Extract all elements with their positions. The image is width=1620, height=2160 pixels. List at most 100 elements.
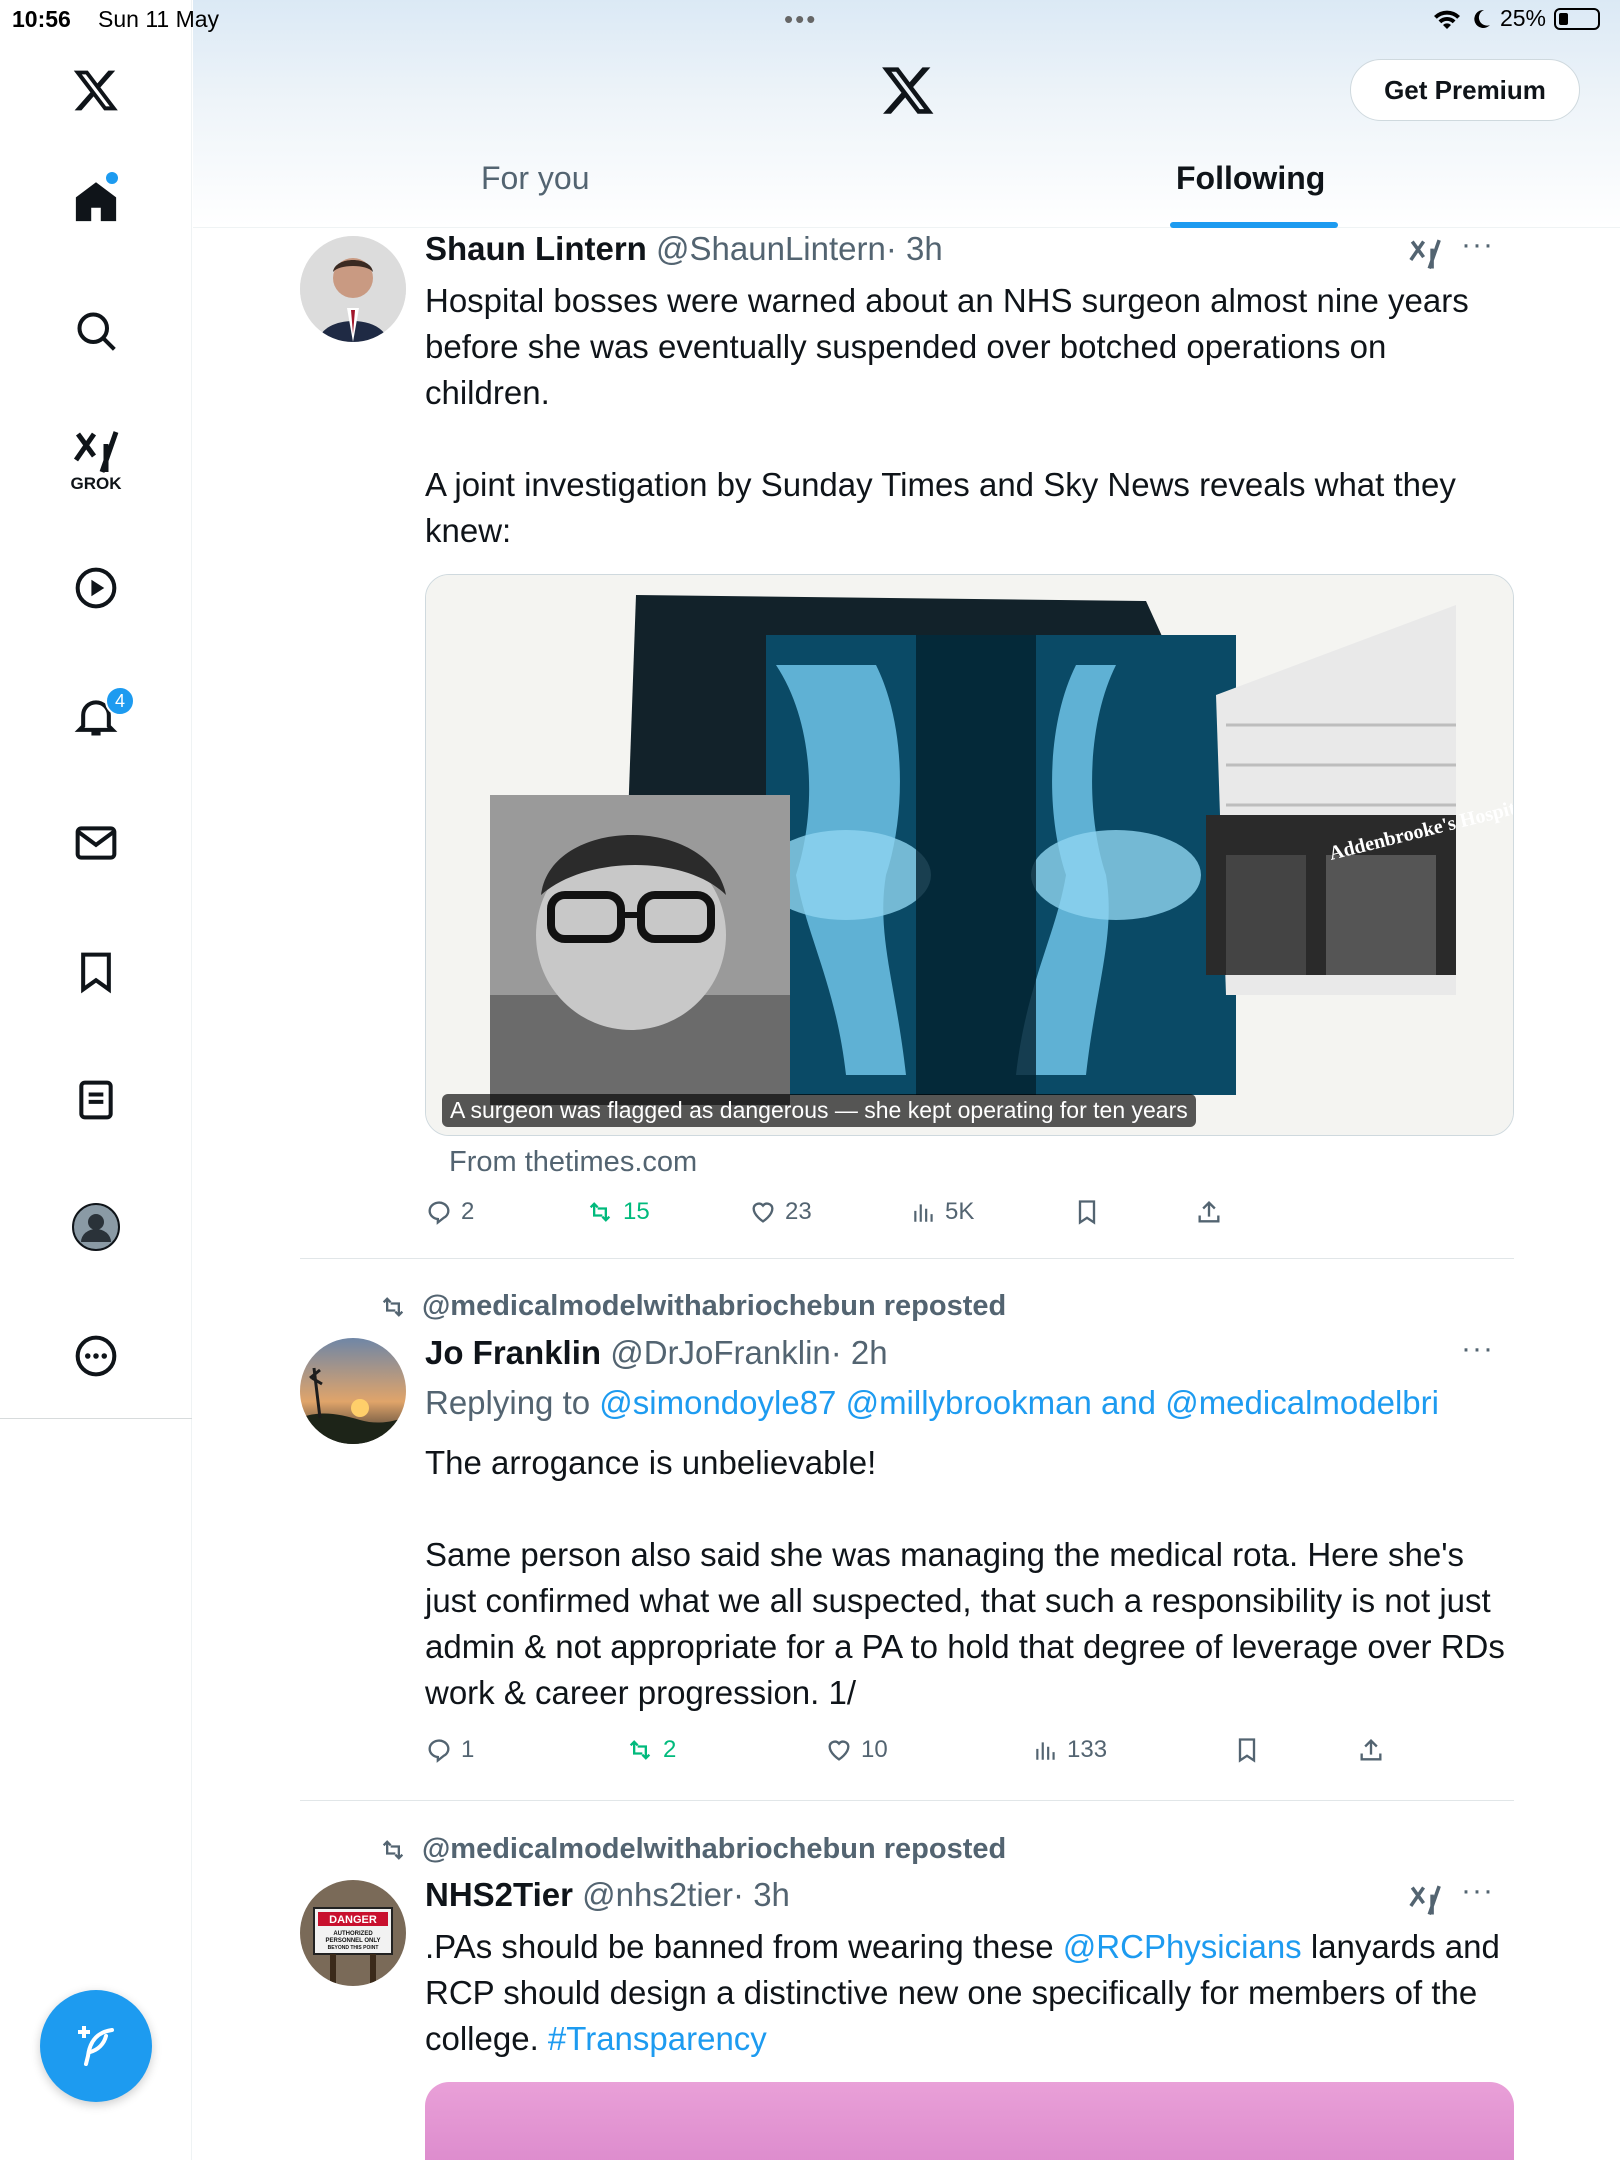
status-bar: 10:56 Sun 11 May ••• 25%	[0, 0, 1620, 40]
reposted-by: @medicalmodelwithabriochebun reposted	[422, 1833, 1007, 1865]
x-logo-icon[interactable]	[880, 62, 936, 118]
tweet[interactable]: Jo Franklin @DrJoFranklin· 2h ··· Replyi…	[300, 1332, 1514, 1774]
tweet-divider	[300, 1258, 1514, 1259]
status-time: 10:56	[12, 6, 71, 32]
tweet-time[interactable]: · 3h	[733, 1876, 790, 1913]
author-handle[interactable]: @nhs2tier	[582, 1876, 733, 1913]
more-options-icon[interactable]: ···	[1461, 228, 1494, 262]
replying-prefix: Replying to	[425, 1384, 591, 1421]
replying-to: Replying to @simondoyle87 @millybrookman…	[425, 1384, 1439, 1422]
reply-count: 2	[461, 1198, 475, 1225]
author-handle[interactable]: @ShaunLintern	[656, 230, 886, 267]
tweet-divider	[300, 1800, 1514, 1801]
bookmark-icon[interactable]	[71, 947, 121, 997]
link-card[interactable]: Addenbrooke's Hospital A surgeon was fla…	[425, 574, 1514, 1136]
tweet-paragraph: Same person also said she was managing t…	[425, 1536, 1505, 1711]
tweet-paragraph: Hospital bosses were warned about an NHS…	[425, 282, 1469, 411]
like-button[interactable]: 10	[825, 1736, 888, 1764]
repost-indicator[interactable]: @medicalmodelwithabriochebun reposted	[378, 1290, 1006, 1323]
tweet-text: Hospital bosses were warned about an NHS…	[425, 278, 1505, 554]
replying-to-handles[interactable]: @simondoyle87 @millybrookman and @medica…	[599, 1384, 1439, 1421]
bookmark-button[interactable]	[1233, 1736, 1261, 1764]
compose-button[interactable]	[40, 1990, 152, 2102]
views-button[interactable]: 5K	[911, 1198, 974, 1226]
share-button[interactable]	[1195, 1198, 1223, 1226]
reply-button[interactable]: 2	[425, 1198, 474, 1226]
repost-button[interactable]: 2	[625, 1736, 676, 1764]
repost-icon	[382, 1839, 404, 1860]
author-name[interactable]: Jo Franklin	[425, 1334, 601, 1371]
tweet-paragraph: A joint investigation by Sunday Times an…	[425, 466, 1456, 549]
sign-text: BEYOND THIS POINT	[328, 1945, 379, 1951]
play-circle-icon[interactable]	[71, 563, 121, 613]
sidebar: GROK 4	[0, 0, 192, 2160]
author-name[interactable]: Shaun Lintern	[425, 230, 647, 267]
author-handle[interactable]: @DrJoFranklin	[610, 1334, 831, 1371]
view-count: 133	[1067, 1736, 1108, 1763]
tweet-text-part: .PAs should be banned from wearing these	[425, 1928, 1063, 1965]
tweet-time[interactable]: · 2h	[831, 1334, 888, 1371]
tweet-time[interactable]: · 3h	[886, 230, 943, 267]
bookmark-icon	[1238, 1738, 1256, 1763]
share-icon	[1360, 1739, 1382, 1761]
x-logo-icon[interactable]	[71, 65, 121, 115]
more-options-icon[interactable]: ···	[1461, 1874, 1494, 1908]
view-count: 5K	[945, 1198, 975, 1225]
status-date: Sun 11 May	[98, 6, 220, 32]
share-button[interactable]	[1357, 1736, 1385, 1764]
hashtag-link[interactable]: #Transparency	[548, 2020, 767, 2057]
more-options-icon[interactable]: ···	[1461, 1332, 1494, 1366]
notification-badge: 4	[105, 686, 135, 716]
battery-percent: 25%	[1499, 5, 1546, 31]
bookmark-button[interactable]	[1073, 1198, 1101, 1226]
compose-icon	[78, 2026, 114, 2066]
status-right: 25%	[1432, 5, 1600, 32]
like-button[interactable]: 23	[749, 1198, 812, 1226]
repost-icon	[629, 1740, 651, 1760]
tweet-text: The arrogance is unbelievable! Same pers…	[425, 1440, 1505, 1716]
avatar[interactable]	[300, 1338, 406, 1444]
grok-icon[interactable]	[1408, 1884, 1442, 1918]
search-icon[interactable]	[71, 306, 121, 356]
tweet-actions: 1 2 10 133	[425, 1736, 1425, 1772]
tweet-paragraph	[425, 1486, 1505, 1532]
avatar[interactable]: DANGER AUTHORIZED PERSONNEL ONLY BEYOND …	[300, 1880, 406, 1986]
tweet-header: Shaun Lintern @ShaunLintern· 3h	[425, 230, 943, 268]
views-icon	[1036, 1742, 1055, 1760]
repost-icon	[589, 1202, 611, 1222]
tweet-paragraph: The arrogance is unbelievable!	[425, 1444, 877, 1481]
tab-following[interactable]: Following	[1176, 160, 1325, 197]
list-icon[interactable]	[71, 1075, 121, 1125]
reply-count: 1	[461, 1736, 475, 1763]
share-icon	[1198, 1201, 1220, 1223]
card-source[interactable]: From thetimes.com	[449, 1146, 697, 1179]
tweet-actions: 2 15 23 5K	[425, 1198, 1325, 1234]
more-circle-icon[interactable]	[71, 1331, 121, 1381]
multitasking-dots[interactable]: •••	[784, 4, 817, 35]
author-name[interactable]: NHS2Tier	[425, 1876, 573, 1913]
mention-link[interactable]: @RCPhysicians	[1063, 1928, 1302, 1965]
home-icon[interactable]	[71, 177, 121, 227]
reply-icon	[428, 1201, 450, 1225]
grok-label: GROK	[70, 474, 122, 493]
media-image[interactable]	[425, 2082, 1514, 2160]
grok-icon[interactable]	[1408, 238, 1442, 272]
grok-icon[interactable]: GROK	[70, 424, 122, 500]
mail-icon[interactable]	[71, 818, 121, 868]
heart-icon	[752, 1202, 774, 1223]
tweet-header: Jo Franklin @DrJoFranklin· 2h	[425, 1334, 888, 1372]
repost-indicator[interactable]: @medicalmodelwithabriochebun reposted	[378, 1833, 1006, 1866]
heart-icon	[828, 1740, 850, 1761]
reply-icon	[428, 1739, 450, 1763]
avatar-icon[interactable]	[71, 1202, 121, 1252]
bookmark-icon	[1078, 1200, 1096, 1225]
reply-button[interactable]: 1	[425, 1736, 474, 1764]
sign-text: PERSONNEL ONLY	[325, 1938, 380, 1944]
tweet-header: NHS2Tier @nhs2tier· 3h	[425, 1876, 790, 1914]
avatar[interactable]	[300, 236, 406, 342]
views-button[interactable]: 133	[1033, 1736, 1107, 1764]
sign-text: AUTHORIZED	[333, 1931, 373, 1937]
repost-button[interactable]: 15	[585, 1198, 650, 1226]
get-premium-button[interactable]: Get Premium	[1350, 59, 1580, 121]
tab-for-you[interactable]: For you	[481, 160, 589, 197]
